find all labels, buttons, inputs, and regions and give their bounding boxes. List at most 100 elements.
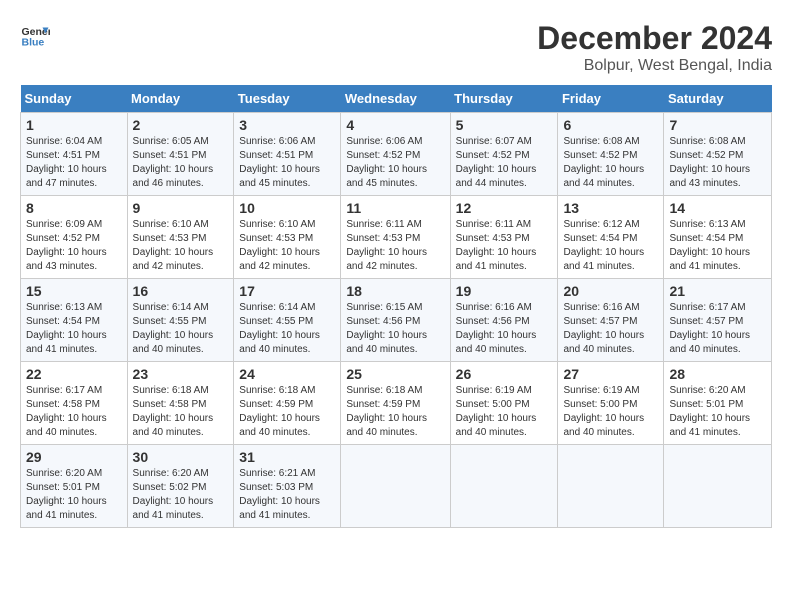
- day-info: Sunrise: 6:07 AMSunset: 4:52 PMDaylight:…: [456, 135, 553, 191]
- day-cell-31: 31 Sunrise: 6:21 AMSunset: 5:03 PMDaylig…: [234, 445, 341, 528]
- day-info: Sunrise: 6:19 AMSunset: 5:00 PMDaylight:…: [456, 384, 553, 440]
- day-info: Sunrise: 6:16 AMSunset: 4:57 PMDaylight:…: [563, 301, 658, 357]
- day-number: 2: [133, 117, 229, 133]
- table-row: 1 Sunrise: 6:04 AMSunset: 4:51 PMDayligh…: [21, 113, 772, 196]
- day-cell-23: 23 Sunrise: 6:18 AMSunset: 4:58 PMDaylig…: [127, 362, 234, 445]
- empty-cell: [341, 445, 450, 528]
- table-row: 22 Sunrise: 6:17 AMSunset: 4:58 PMDaylig…: [21, 362, 772, 445]
- day-number: 20: [563, 283, 658, 299]
- day-cell-8: 8 Sunrise: 6:09 AMSunset: 4:52 PMDayligh…: [21, 196, 128, 279]
- day-number: 18: [346, 283, 444, 299]
- day-cell-3: 3 Sunrise: 6:06 AMSunset: 4:51 PMDayligh…: [234, 113, 341, 196]
- day-number: 25: [346, 366, 444, 382]
- day-number: 26: [456, 366, 553, 382]
- day-info: Sunrise: 6:17 AMSunset: 4:57 PMDaylight:…: [669, 301, 766, 357]
- day-number: 13: [563, 200, 658, 216]
- day-cell-9: 9 Sunrise: 6:10 AMSunset: 4:53 PMDayligh…: [127, 196, 234, 279]
- col-friday: Friday: [558, 85, 664, 113]
- day-number: 9: [133, 200, 229, 216]
- day-number: 22: [26, 366, 122, 382]
- day-info: Sunrise: 6:19 AMSunset: 5:00 PMDaylight:…: [563, 384, 658, 440]
- day-cell-19: 19 Sunrise: 6:16 AMSunset: 4:56 PMDaylig…: [450, 279, 558, 362]
- day-cell-21: 21 Sunrise: 6:17 AMSunset: 4:57 PMDaylig…: [664, 279, 772, 362]
- day-info: Sunrise: 6:06 AMSunset: 4:51 PMDaylight:…: [239, 135, 335, 191]
- day-info: Sunrise: 6:05 AMSunset: 4:51 PMDaylight:…: [133, 135, 229, 191]
- col-wednesday: Wednesday: [341, 85, 450, 113]
- day-info: Sunrise: 6:11 AMSunset: 4:53 PMDaylight:…: [456, 218, 553, 274]
- day-cell-30: 30 Sunrise: 6:20 AMSunset: 5:02 PMDaylig…: [127, 445, 234, 528]
- calendar-title: December 2024: [537, 20, 772, 57]
- day-cell-25: 25 Sunrise: 6:18 AMSunset: 4:59 PMDaylig…: [341, 362, 450, 445]
- day-cell-11: 11 Sunrise: 6:11 AMSunset: 4:53 PMDaylig…: [341, 196, 450, 279]
- day-info: Sunrise: 6:10 AMSunset: 4:53 PMDaylight:…: [239, 218, 335, 274]
- day-info: Sunrise: 6:11 AMSunset: 4:53 PMDaylight:…: [346, 218, 444, 274]
- header-row: Sunday Monday Tuesday Wednesday Thursday…: [21, 85, 772, 113]
- day-cell-5: 5 Sunrise: 6:07 AMSunset: 4:52 PMDayligh…: [450, 113, 558, 196]
- day-info: Sunrise: 6:09 AMSunset: 4:52 PMDaylight:…: [26, 218, 122, 274]
- table-row: 15 Sunrise: 6:13 AMSunset: 4:54 PMDaylig…: [21, 279, 772, 362]
- day-info: Sunrise: 6:14 AMSunset: 4:55 PMDaylight:…: [133, 301, 229, 357]
- empty-cell: [664, 445, 772, 528]
- day-cell-15: 15 Sunrise: 6:13 AMSunset: 4:54 PMDaylig…: [21, 279, 128, 362]
- day-number: 31: [239, 449, 335, 465]
- day-number: 23: [133, 366, 229, 382]
- day-info: Sunrise: 6:08 AMSunset: 4:52 PMDaylight:…: [563, 135, 658, 191]
- day-number: 19: [456, 283, 553, 299]
- day-number: 5: [456, 117, 553, 133]
- day-info: Sunrise: 6:16 AMSunset: 4:56 PMDaylight:…: [456, 301, 553, 357]
- day-number: 27: [563, 366, 658, 382]
- day-info: Sunrise: 6:14 AMSunset: 4:55 PMDaylight:…: [239, 301, 335, 357]
- day-cell-27: 27 Sunrise: 6:19 AMSunset: 5:00 PMDaylig…: [558, 362, 664, 445]
- day-info: Sunrise: 6:20 AMSunset: 5:02 PMDaylight:…: [133, 467, 229, 523]
- col-saturday: Saturday: [664, 85, 772, 113]
- day-cell-14: 14 Sunrise: 6:13 AMSunset: 4:54 PMDaylig…: [664, 196, 772, 279]
- day-info: Sunrise: 6:06 AMSunset: 4:52 PMDaylight:…: [346, 135, 444, 191]
- day-cell-12: 12 Sunrise: 6:11 AMSunset: 4:53 PMDaylig…: [450, 196, 558, 279]
- day-info: Sunrise: 6:13 AMSunset: 4:54 PMDaylight:…: [669, 218, 766, 274]
- day-number: 21: [669, 283, 766, 299]
- day-info: Sunrise: 6:21 AMSunset: 5:03 PMDaylight:…: [239, 467, 335, 523]
- col-sunday: Sunday: [21, 85, 128, 113]
- day-info: Sunrise: 6:04 AMSunset: 4:51 PMDaylight:…: [26, 135, 122, 191]
- day-cell-24: 24 Sunrise: 6:18 AMSunset: 4:59 PMDaylig…: [234, 362, 341, 445]
- day-number: 14: [669, 200, 766, 216]
- day-info: Sunrise: 6:15 AMSunset: 4:56 PMDaylight:…: [346, 301, 444, 357]
- day-number: 6: [563, 117, 658, 133]
- day-info: Sunrise: 6:18 AMSunset: 4:59 PMDaylight:…: [346, 384, 444, 440]
- col-monday: Monday: [127, 85, 234, 113]
- day-number: 16: [133, 283, 229, 299]
- day-number: 29: [26, 449, 122, 465]
- title-area: December 2024 Bolpur, West Bengal, India: [537, 20, 772, 75]
- day-cell-1: 1 Sunrise: 6:04 AMSunset: 4:51 PMDayligh…: [21, 113, 128, 196]
- logo: General Blue: [20, 20, 50, 50]
- empty-cell: [558, 445, 664, 528]
- day-number: 28: [669, 366, 766, 382]
- day-cell-10: 10 Sunrise: 6:10 AMSunset: 4:53 PMDaylig…: [234, 196, 341, 279]
- day-number: 15: [26, 283, 122, 299]
- day-info: Sunrise: 6:10 AMSunset: 4:53 PMDaylight:…: [133, 218, 229, 274]
- day-cell-16: 16 Sunrise: 6:14 AMSunset: 4:55 PMDaylig…: [127, 279, 234, 362]
- day-cell-18: 18 Sunrise: 6:15 AMSunset: 4:56 PMDaylig…: [341, 279, 450, 362]
- day-info: Sunrise: 6:17 AMSunset: 4:58 PMDaylight:…: [26, 384, 122, 440]
- day-number: 10: [239, 200, 335, 216]
- svg-text:Blue: Blue: [22, 37, 45, 49]
- logo-icon: General Blue: [20, 20, 50, 50]
- day-info: Sunrise: 6:20 AMSunset: 5:01 PMDaylight:…: [669, 384, 766, 440]
- day-number: 4: [346, 117, 444, 133]
- page-header: General Blue December 2024 Bolpur, West …: [20, 20, 772, 75]
- col-tuesday: Tuesday: [234, 85, 341, 113]
- day-number: 8: [26, 200, 122, 216]
- day-cell-6: 6 Sunrise: 6:08 AMSunset: 4:52 PMDayligh…: [558, 113, 664, 196]
- day-number: 11: [346, 200, 444, 216]
- day-cell-28: 28 Sunrise: 6:20 AMSunset: 5:01 PMDaylig…: [664, 362, 772, 445]
- day-info: Sunrise: 6:18 AMSunset: 4:58 PMDaylight:…: [133, 384, 229, 440]
- day-number: 1: [26, 117, 122, 133]
- day-info: Sunrise: 6:18 AMSunset: 4:59 PMDaylight:…: [239, 384, 335, 440]
- day-number: 24: [239, 366, 335, 382]
- day-cell-22: 22 Sunrise: 6:17 AMSunset: 4:58 PMDaylig…: [21, 362, 128, 445]
- day-info: Sunrise: 6:20 AMSunset: 5:01 PMDaylight:…: [26, 467, 122, 523]
- day-cell-4: 4 Sunrise: 6:06 AMSunset: 4:52 PMDayligh…: [341, 113, 450, 196]
- day-cell-26: 26 Sunrise: 6:19 AMSunset: 5:00 PMDaylig…: [450, 362, 558, 445]
- day-cell-29: 29 Sunrise: 6:20 AMSunset: 5:01 PMDaylig…: [21, 445, 128, 528]
- table-row: 8 Sunrise: 6:09 AMSunset: 4:52 PMDayligh…: [21, 196, 772, 279]
